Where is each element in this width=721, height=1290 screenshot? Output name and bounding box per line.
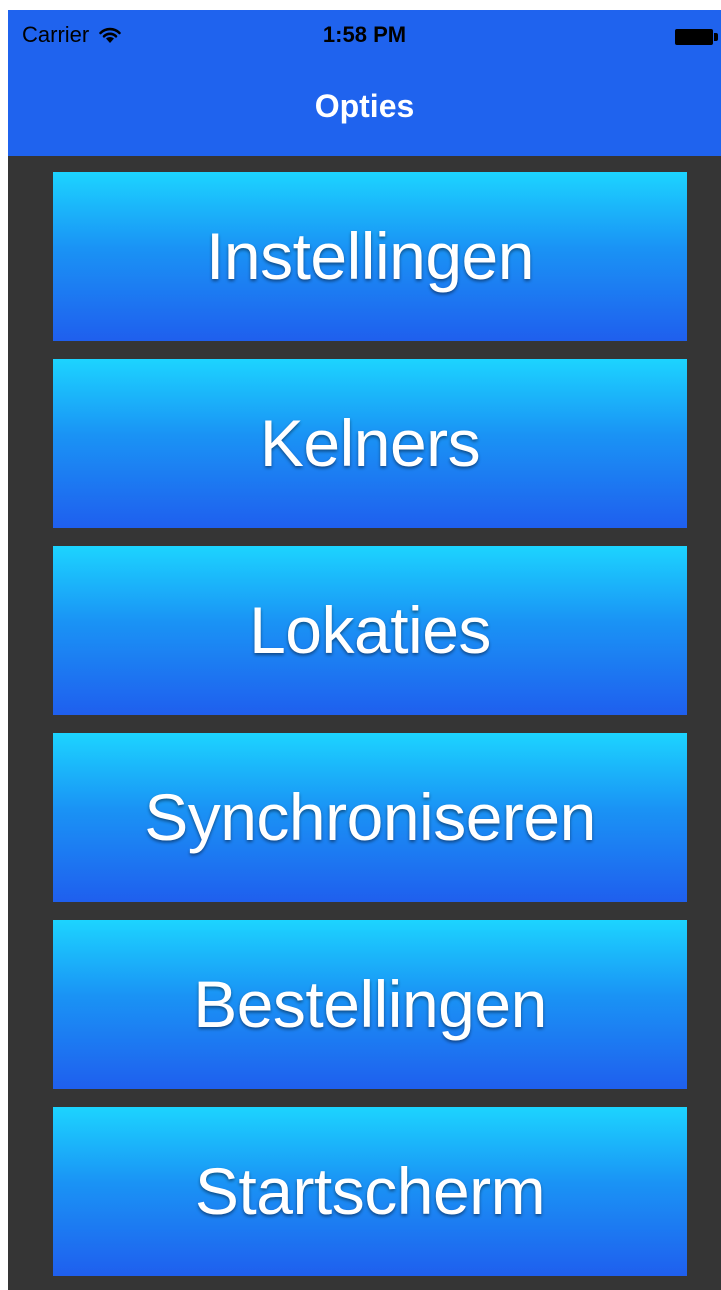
navigation-bar: Carrier 1:58 PM Opties xyxy=(8,10,721,156)
options-menu: Instellingen Kelners Lokaties Synchronis… xyxy=(53,172,687,1276)
battery-icon xyxy=(675,28,719,46)
synchronize-button[interactable]: Synchroniseren xyxy=(53,733,687,902)
status-bar: Carrier 1:58 PM xyxy=(8,10,721,62)
page-title: Opties xyxy=(314,88,415,124)
settings-button[interactable]: Instellingen xyxy=(53,172,687,341)
locations-button[interactable]: Lokaties xyxy=(53,546,687,715)
waiters-button[interactable]: Kelners xyxy=(53,359,687,528)
battery-body xyxy=(675,29,713,45)
app-screen: Carrier 1:58 PM Opties Instellingen Keln… xyxy=(8,10,721,1290)
orders-button[interactable]: Bestellingen xyxy=(53,920,687,1089)
start-screen-button[interactable]: Startscherm xyxy=(53,1107,687,1276)
status-time: 1:58 PM xyxy=(322,22,407,47)
battery-tip xyxy=(714,33,718,41)
